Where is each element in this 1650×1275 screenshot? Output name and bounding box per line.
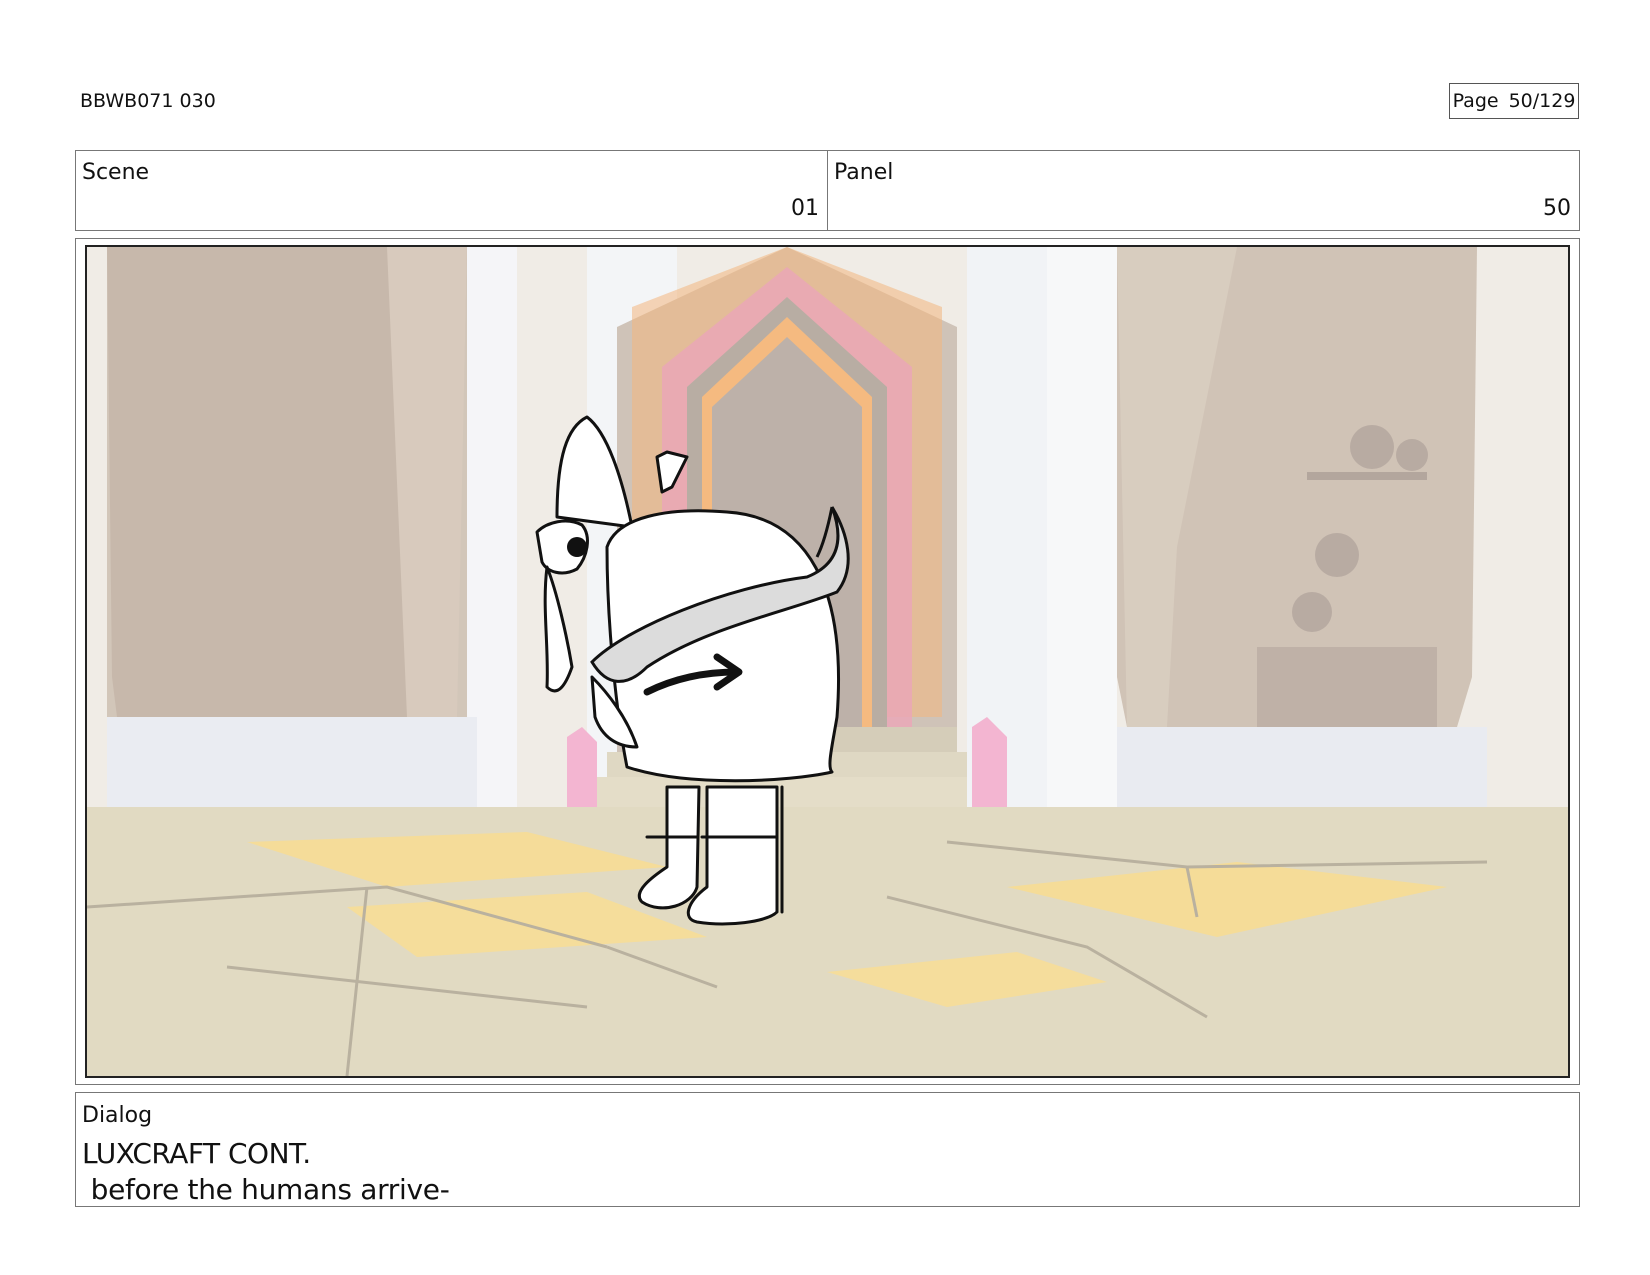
panel-cell: Panel 50	[827, 151, 1579, 230]
panel-number: 50	[1543, 196, 1571, 221]
page-number: 50/129	[1508, 90, 1576, 112]
page-label: Page	[1452, 90, 1499, 112]
scene-panel-row: Scene 01 Panel 50	[75, 150, 1580, 231]
header-production-id: BBWB071 030	[80, 90, 216, 112]
storyboard-frame	[85, 245, 1570, 1078]
dialog-speaker: LUXCRAFT CONT.	[82, 1137, 311, 1170]
storyboard-drawing	[87, 247, 1568, 1076]
dialog-line: before the humans arrive-	[82, 1173, 450, 1206]
dialog-label: Dialog	[82, 1103, 153, 1128]
scene-number: 01	[791, 196, 819, 221]
page-indicator: Page 50/129	[1449, 83, 1579, 119]
dialog-section: Dialog LUXCRAFT CONT. before the humans …	[75, 1092, 1580, 1207]
scene-cell: Scene 01	[76, 151, 827, 230]
scene-label: Scene	[82, 160, 150, 185]
panel-label: Panel	[834, 160, 894, 185]
